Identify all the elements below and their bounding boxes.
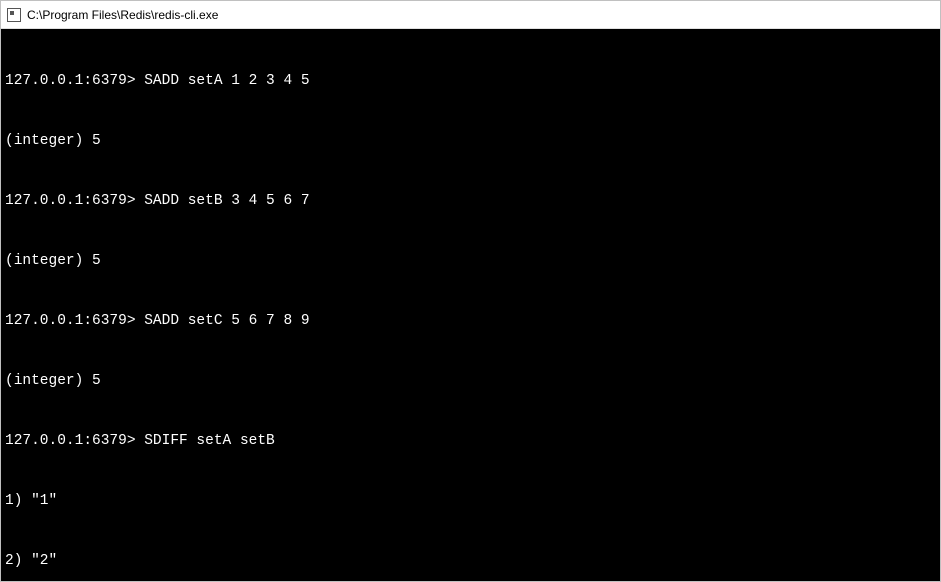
terminal[interactable]: 127.0.0.1:6379> SADD setA 1 2 3 4 5 (int… (1, 29, 940, 581)
terminal-line: 127.0.0.1:6379> SADD setC 5 6 7 8 9 (5, 311, 936, 331)
terminal-line: 127.0.0.1:6379> SADD setB 3 4 5 6 7 (5, 191, 936, 211)
terminal-line: 2) "2" (5, 551, 936, 571)
terminal-line: (integer) 5 (5, 131, 936, 151)
terminal-line: 127.0.0.1:6379> SDIFF setA setB (5, 431, 936, 451)
terminal-line: 127.0.0.1:6379> SADD setA 1 2 3 4 5 (5, 71, 936, 91)
app-window: C:\Program Files\Redis\redis-cli.exe 127… (0, 0, 941, 582)
window-title: C:\Program Files\Redis\redis-cli.exe (27, 8, 218, 22)
terminal-line: 1) "1" (5, 491, 936, 511)
app-icon (7, 8, 21, 22)
terminal-line: (integer) 5 (5, 371, 936, 391)
terminal-line: (integer) 5 (5, 251, 936, 271)
titlebar[interactable]: C:\Program Files\Redis\redis-cli.exe (1, 1, 940, 29)
